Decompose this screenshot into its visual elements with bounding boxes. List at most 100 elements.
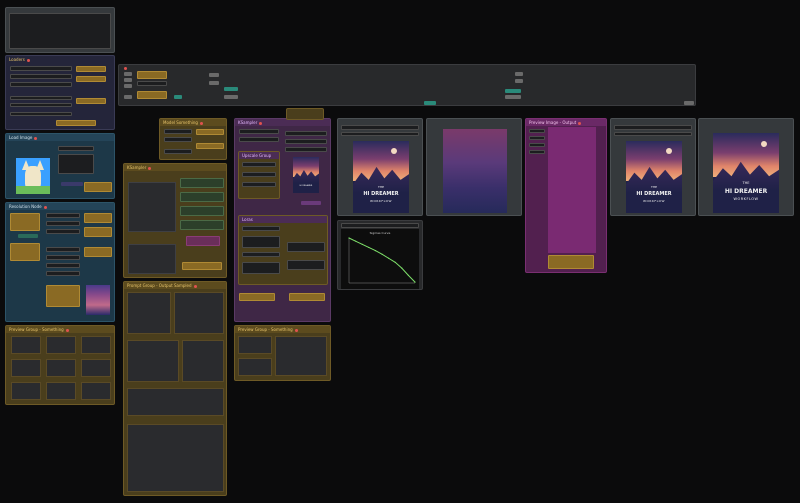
res-output-1[interactable] — [84, 213, 112, 223]
preview-slot-6[interactable] — [81, 359, 111, 377]
lora-input-4[interactable] — [242, 262, 280, 274]
sampler-bottom-1[interactable] — [239, 293, 275, 301]
lora-output-1[interactable] — [287, 242, 325, 252]
upscale-field-1[interactable] — [242, 162, 276, 167]
prompt2-field-2[interactable] — [529, 136, 545, 140]
clip-field[interactable] — [10, 74, 72, 79]
preview-image-3[interactable]: THE HI DREAMER WORKFLOW — [698, 118, 794, 216]
model-output-b[interactable] — [196, 143, 224, 149]
preview-slot-7[interactable] — [11, 382, 41, 400]
top-pipeline-node[interactable] — [118, 64, 696, 106]
res-width[interactable] — [46, 213, 80, 218]
preview-field[interactable] — [341, 125, 419, 130]
res-output-3[interactable] — [84, 247, 112, 257]
cfg-field[interactable] — [180, 206, 224, 216]
res-mode[interactable] — [46, 263, 80, 268]
sampler-bottom-2[interactable] — [289, 293, 325, 301]
seed-field[interactable] — [180, 178, 224, 188]
upscale-field-3[interactable] — [242, 182, 276, 187]
image-option-1[interactable] — [58, 154, 94, 174]
preview-slot-8[interactable] — [46, 382, 76, 400]
noise-preview[interactable] — [426, 118, 522, 216]
resolution-node[interactable]: Resolution Node — [5, 202, 115, 322]
ksampler-node-1[interactable]: KSampler — [123, 163, 227, 278]
prompt2-field-3[interactable] — [529, 143, 545, 147]
port-red[interactable] — [124, 67, 127, 70]
prompt-slot-6[interactable] — [127, 424, 224, 492]
res-input-2[interactable] — [10, 243, 40, 261]
prompt-group-1[interactable]: Prompt Group - Output Sampled — [123, 281, 227, 496]
model-field[interactable] — [10, 66, 72, 71]
preview-slot-5[interactable] — [46, 359, 76, 377]
notes-area[interactable] — [9, 13, 111, 49]
small-output-node[interactable] — [286, 108, 324, 120]
sampler-right-1[interactable] — [285, 131, 327, 136]
sampler-field[interactable] — [180, 220, 224, 230]
res-ratio[interactable] — [46, 255, 80, 260]
res-upscale[interactable] — [46, 271, 80, 276]
preview-slot-9[interactable] — [81, 382, 111, 400]
image-upload-field[interactable] — [58, 146, 94, 151]
preview-group-1[interactable]: Preview Group - Something — [5, 325, 115, 405]
prompt-slot-3[interactable] — [127, 340, 179, 382]
pipe-widget-2[interactable] — [137, 91, 167, 99]
preview2-slot-1[interactable] — [238, 336, 272, 354]
preview2-field-2[interactable] — [614, 132, 692, 136]
ksampler-output[interactable] — [182, 262, 222, 270]
prompt-slot-2[interactable] — [174, 292, 224, 334]
model-field-a[interactable] — [164, 129, 192, 134]
model-output-a[interactable] — [196, 129, 224, 135]
notes-node[interactable] — [5, 7, 115, 53]
denoise-field[interactable] — [186, 236, 220, 246]
pipe-widget-1[interactable] — [137, 71, 167, 79]
prompt2-text-area[interactable] — [548, 127, 596, 253]
prompt2-field-4[interactable] — [529, 150, 545, 154]
image-output[interactable] — [84, 182, 112, 192]
sigmas-graph-node[interactable]: Sigmas Curve — [337, 220, 423, 290]
loader-output-3[interactable] — [76, 98, 106, 104]
preview-group-2[interactable]: Preview Group - Something — [234, 325, 331, 381]
preview-field-2[interactable] — [341, 132, 419, 136]
prompt2-output[interactable] — [548, 255, 594, 269]
preview2-field[interactable] — [614, 125, 692, 130]
prompt-slot-5[interactable] — [127, 388, 224, 416]
sampler-field-1[interactable] — [239, 129, 279, 134]
strength-field[interactable] — [10, 112, 72, 116]
res-output-2[interactable] — [84, 227, 112, 237]
model-group-node[interactable]: Model Something — [159, 118, 227, 160]
preview-image-2[interactable]: THE HI DREAMER WORKFLOW — [610, 118, 696, 216]
prompt-slot-1[interactable] — [127, 292, 171, 334]
lora-output-2[interactable] — [287, 260, 325, 270]
sampler-right-3[interactable] — [285, 147, 327, 152]
prompt-slot-4[interactable] — [182, 340, 224, 382]
pipe-widget-3[interactable] — [137, 81, 167, 86]
loader-output-1[interactable] — [76, 66, 106, 72]
preview-slot-2[interactable] — [46, 336, 76, 354]
res-scale[interactable] — [46, 247, 80, 252]
vae-field[interactable] — [10, 82, 72, 87]
loras-subnode[interactable]: Loras — [238, 215, 328, 285]
upscale-subnode[interactable]: Upscale Group — [238, 151, 280, 199]
preview2-slot-2[interactable] — [275, 336, 327, 376]
model-field-c[interactable] — [164, 149, 192, 154]
prompt-group-2[interactable]: Preview Image - Output — [525, 118, 607, 273]
preview-image-1[interactable]: THE HI DREAMER WORKFLOW — [337, 118, 423, 216]
preview2-slot-3[interactable] — [238, 358, 272, 376]
sampler-panel-node[interactable]: KSampler Upscale Group HI DREAMER Loras — [234, 118, 331, 322]
model-field-b[interactable] — [164, 137, 192, 142]
load-image-node[interactable]: Load Image — [5, 133, 115, 199]
preview-slot-1[interactable] — [11, 336, 41, 354]
loaders-node[interactable]: Loaders — [5, 55, 115, 130]
lora-input-3[interactable] — [242, 252, 280, 257]
res-input-3[interactable] — [46, 285, 80, 307]
steps-field[interactable] — [180, 192, 224, 202]
preview-slot-4[interactable] — [11, 359, 41, 377]
lora-field-2[interactable] — [10, 103, 72, 107]
preview-slot-3[interactable] — [81, 336, 111, 354]
lora-input-1[interactable] — [242, 226, 280, 231]
lora-field[interactable] — [10, 96, 72, 100]
prompt2-field-1[interactable] — [529, 129, 545, 133]
sampler-field-2[interactable] — [239, 137, 279, 142]
res-batch[interactable] — [46, 229, 80, 234]
lora-input-2[interactable] — [242, 236, 280, 248]
